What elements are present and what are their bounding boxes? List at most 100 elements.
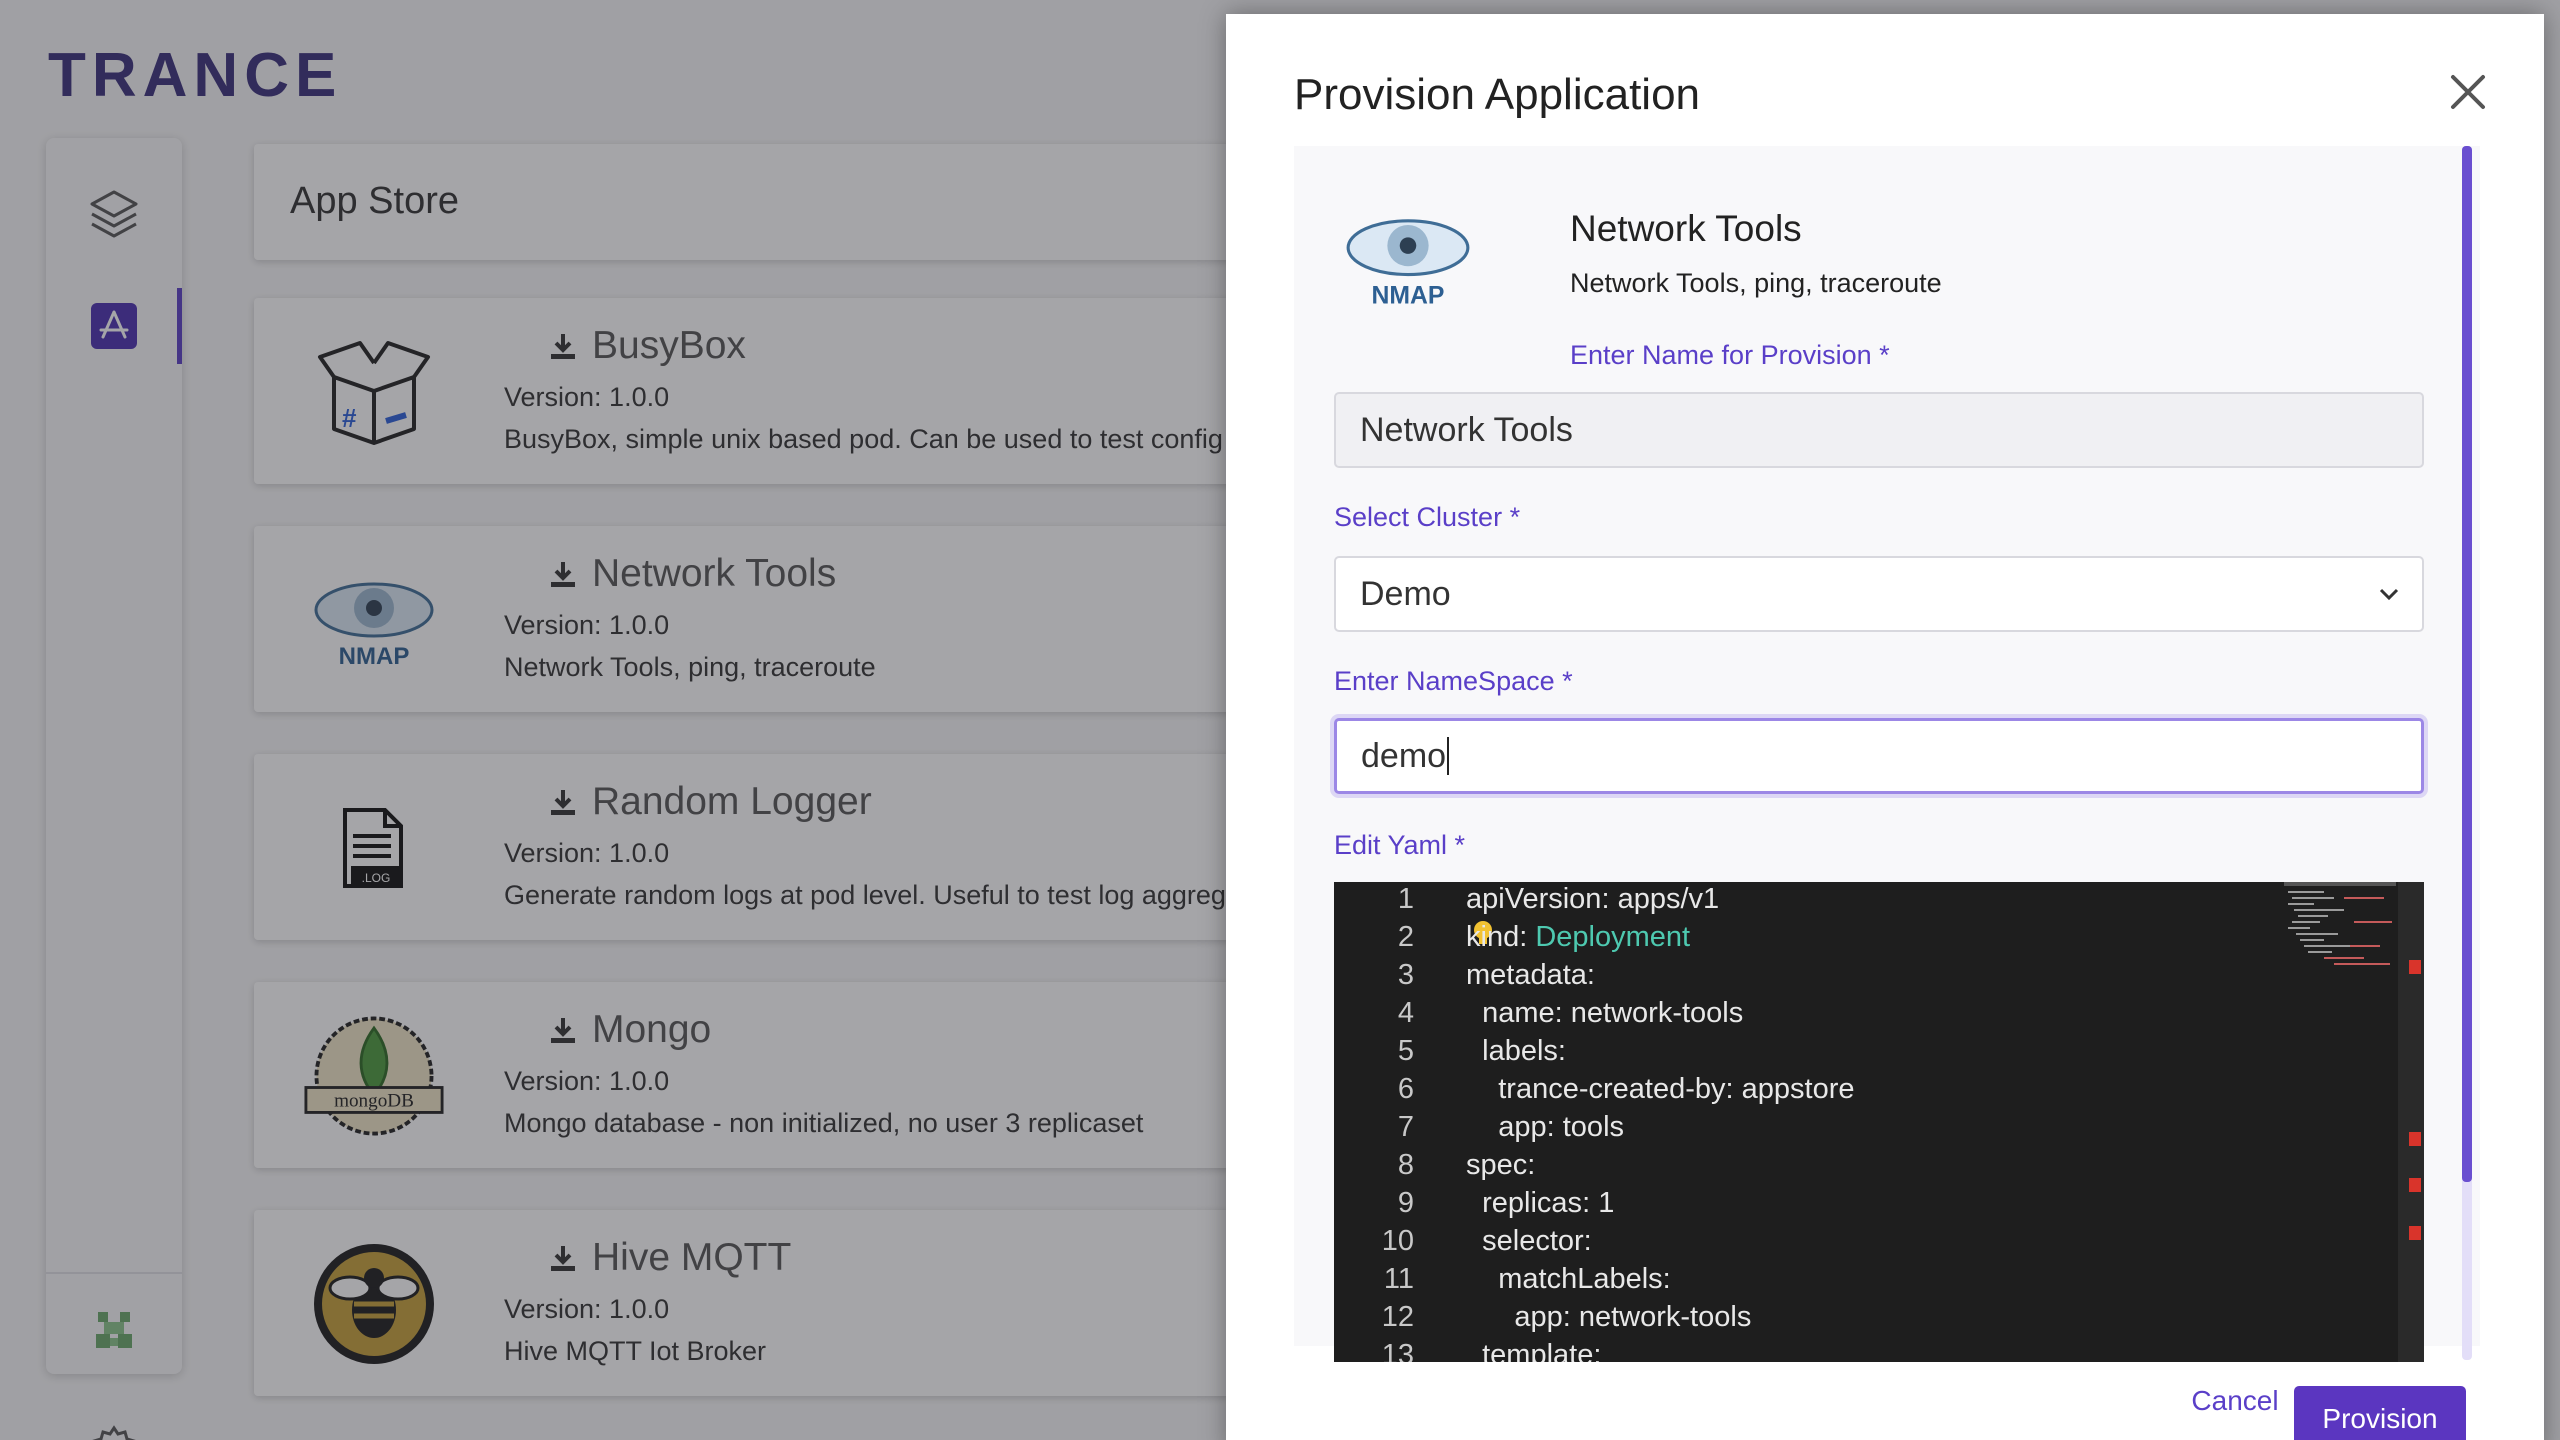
yaml-value: network-tools	[1578, 1301, 1752, 1333]
yaml-colon: :	[1583, 1225, 1592, 1257]
chevron-down-icon	[2379, 588, 2399, 601]
yaml-key: spec	[1466, 1149, 1528, 1181]
yaml-line[interactable]: 3 metadata:	[1334, 956, 2274, 994]
yaml-key: template	[1482, 1339, 1594, 1362]
yaml-colon: :	[1554, 997, 1571, 1029]
namespace-value: demo	[1361, 736, 1447, 775]
yaml-colon: :	[1586, 959, 1595, 991]
svg-text:NMAP: NMAP	[1372, 282, 1445, 309]
yaml-code: app: network-tools	[1466, 1298, 1751, 1336]
yaml-line[interactable]: 9 replicas: 1	[1334, 1184, 2274, 1222]
yaml-line[interactable]: 1 apiVersion: apps/v1	[1334, 882, 2274, 918]
yaml-code: replicas: 1	[1466, 1184, 1614, 1222]
yaml-indent	[1466, 1301, 1514, 1333]
line-number: 8	[1397, 1149, 1414, 1181]
yaml-indent	[1466, 1111, 1498, 1143]
yaml-colon: :	[1725, 1073, 1742, 1105]
yaml-line[interactable]: 5 labels:	[1334, 1032, 2274, 1070]
error-marker	[2409, 1178, 2421, 1192]
line-number: 12	[1381, 1301, 1414, 1333]
yaml-line[interactable]: 11 matchLabels:	[1334, 1260, 2274, 1298]
namespace-input[interactable]: demo	[1334, 718, 2424, 794]
yaml-key: kind	[1466, 921, 1520, 953]
editor-scrollbar[interactable]	[2398, 882, 2424, 1362]
yaml-line[interactable]: 8 spec:	[1334, 1146, 2274, 1184]
line-number: 4	[1397, 997, 1414, 1029]
yaml-indent	[1466, 1225, 1482, 1257]
provision-name-field[interactable]: Network Tools	[1334, 392, 2424, 468]
yaml-value: network-tools	[1570, 997, 1744, 1029]
yaml-code: trance-created-by: appstore	[1466, 1070, 1855, 1108]
yaml-code: apiVersion: apps/v1	[1466, 882, 1719, 918]
yaml-colon: :	[1546, 1111, 1563, 1143]
yaml-line[interactable]: 13 template:	[1334, 1336, 2274, 1362]
line-number: 13	[1381, 1339, 1414, 1362]
line-number: 9	[1397, 1187, 1414, 1219]
yaml-key: labels	[1482, 1035, 1558, 1067]
yaml-key: app	[1514, 1301, 1563, 1333]
app-name: Network Tools	[1570, 208, 1802, 249]
line-number: 1	[1397, 883, 1414, 915]
line-number: 6	[1397, 1073, 1414, 1105]
yaml-indent	[1466, 1073, 1498, 1105]
yaml-key: trance-created-by	[1498, 1073, 1726, 1105]
editor-minimap[interactable]	[2284, 882, 2396, 1362]
yaml-colon: :	[1527, 1149, 1536, 1181]
yaml-line[interactable]: 7 app: tools	[1334, 1108, 2274, 1146]
provision-name-label: Enter Name for Provision *	[1570, 340, 1890, 370]
text-caret	[1447, 737, 1450, 775]
yaml-key: app	[1498, 1111, 1547, 1143]
modal-scrollbar[interactable]	[2462, 146, 2472, 1360]
provision-modal: Provision Application NMAP Network Tools…	[1226, 14, 2544, 1440]
namespace-label: Enter NameSpace *	[1334, 666, 1573, 696]
yaml-key: matchLabels	[1498, 1263, 1663, 1295]
modal-body: NMAP Network Tools Network Tools, ping, …	[1294, 146, 2480, 1362]
yaml-code: labels:	[1466, 1032, 1566, 1070]
app-description: Network Tools, ping, traceroute	[1570, 268, 1942, 298]
cancel-button[interactable]: Cancel	[2160, 1370, 2310, 1432]
yaml-line[interactable]: 4 name: network-tools	[1334, 994, 2274, 1032]
cluster-label: Select Cluster *	[1334, 502, 1521, 532]
provision-name-value: Network Tools	[1360, 410, 1573, 449]
yaml-colon: :	[1601, 883, 1618, 915]
yaml-code: matchLabels:	[1466, 1260, 1671, 1298]
yaml-code: app: tools	[1466, 1108, 1624, 1146]
cluster-select-value: Demo	[1360, 574, 1451, 613]
yaml-indent	[1466, 1263, 1498, 1295]
yaml-value: 1	[1598, 1187, 1615, 1219]
yaml-line[interactable]: 10 selector:	[1334, 1222, 2274, 1260]
error-marker	[2409, 1226, 2421, 1240]
nmap-eye-icon: NMAP	[1344, 206, 1472, 310]
cluster-select[interactable]: Demo	[1334, 556, 2424, 632]
yaml-line[interactable]: 12 app: network-tools	[1334, 1298, 2274, 1336]
yaml-line[interactable]: 6 trance-created-by: appstore	[1334, 1070, 2274, 1108]
line-number: 2	[1397, 921, 1414, 953]
yaml-colon: :	[1557, 1035, 1566, 1067]
yaml-colon: :	[1562, 1301, 1579, 1333]
yaml-code: spec:	[1466, 1146, 1535, 1184]
provision-button[interactable]: Provision	[2294, 1386, 2466, 1440]
yaml-line[interactable]: 2 kind: Deployment	[1334, 918, 2274, 956]
error-marker	[2409, 1132, 2421, 1146]
yaml-code: template:	[1466, 1336, 1601, 1362]
yaml-colon: :	[1662, 1263, 1671, 1295]
yaml-key: replicas	[1482, 1187, 1583, 1219]
yaml-key: name	[1482, 997, 1555, 1029]
yaml-key: selector	[1482, 1225, 1584, 1257]
line-number: 5	[1397, 1035, 1414, 1067]
yaml-editor[interactable]: 1 apiVersion: apps/v1 2 kind: Deployment 3 me…	[1334, 882, 2424, 1362]
line-number: 3	[1397, 959, 1414, 991]
yaml-value: appstore	[1741, 1073, 1855, 1105]
yaml-code: metadata:	[1466, 956, 1595, 994]
yaml-colon: :	[1582, 1187, 1599, 1219]
yaml-value: apps/v1	[1617, 883, 1720, 915]
yaml-code: selector:	[1466, 1222, 1592, 1260]
yaml-key: metadata	[1466, 959, 1587, 991]
error-marker	[2409, 960, 2421, 974]
yaml-code: kind: Deployment	[1466, 918, 1690, 956]
yaml-indent	[1466, 1187, 1482, 1219]
close-icon[interactable]	[2442, 66, 2494, 118]
modal-scrollbar-thumb[interactable]	[2462, 146, 2472, 1182]
line-number: 10	[1381, 1225, 1414, 1257]
yaml-code: name: network-tools	[1466, 994, 1743, 1032]
